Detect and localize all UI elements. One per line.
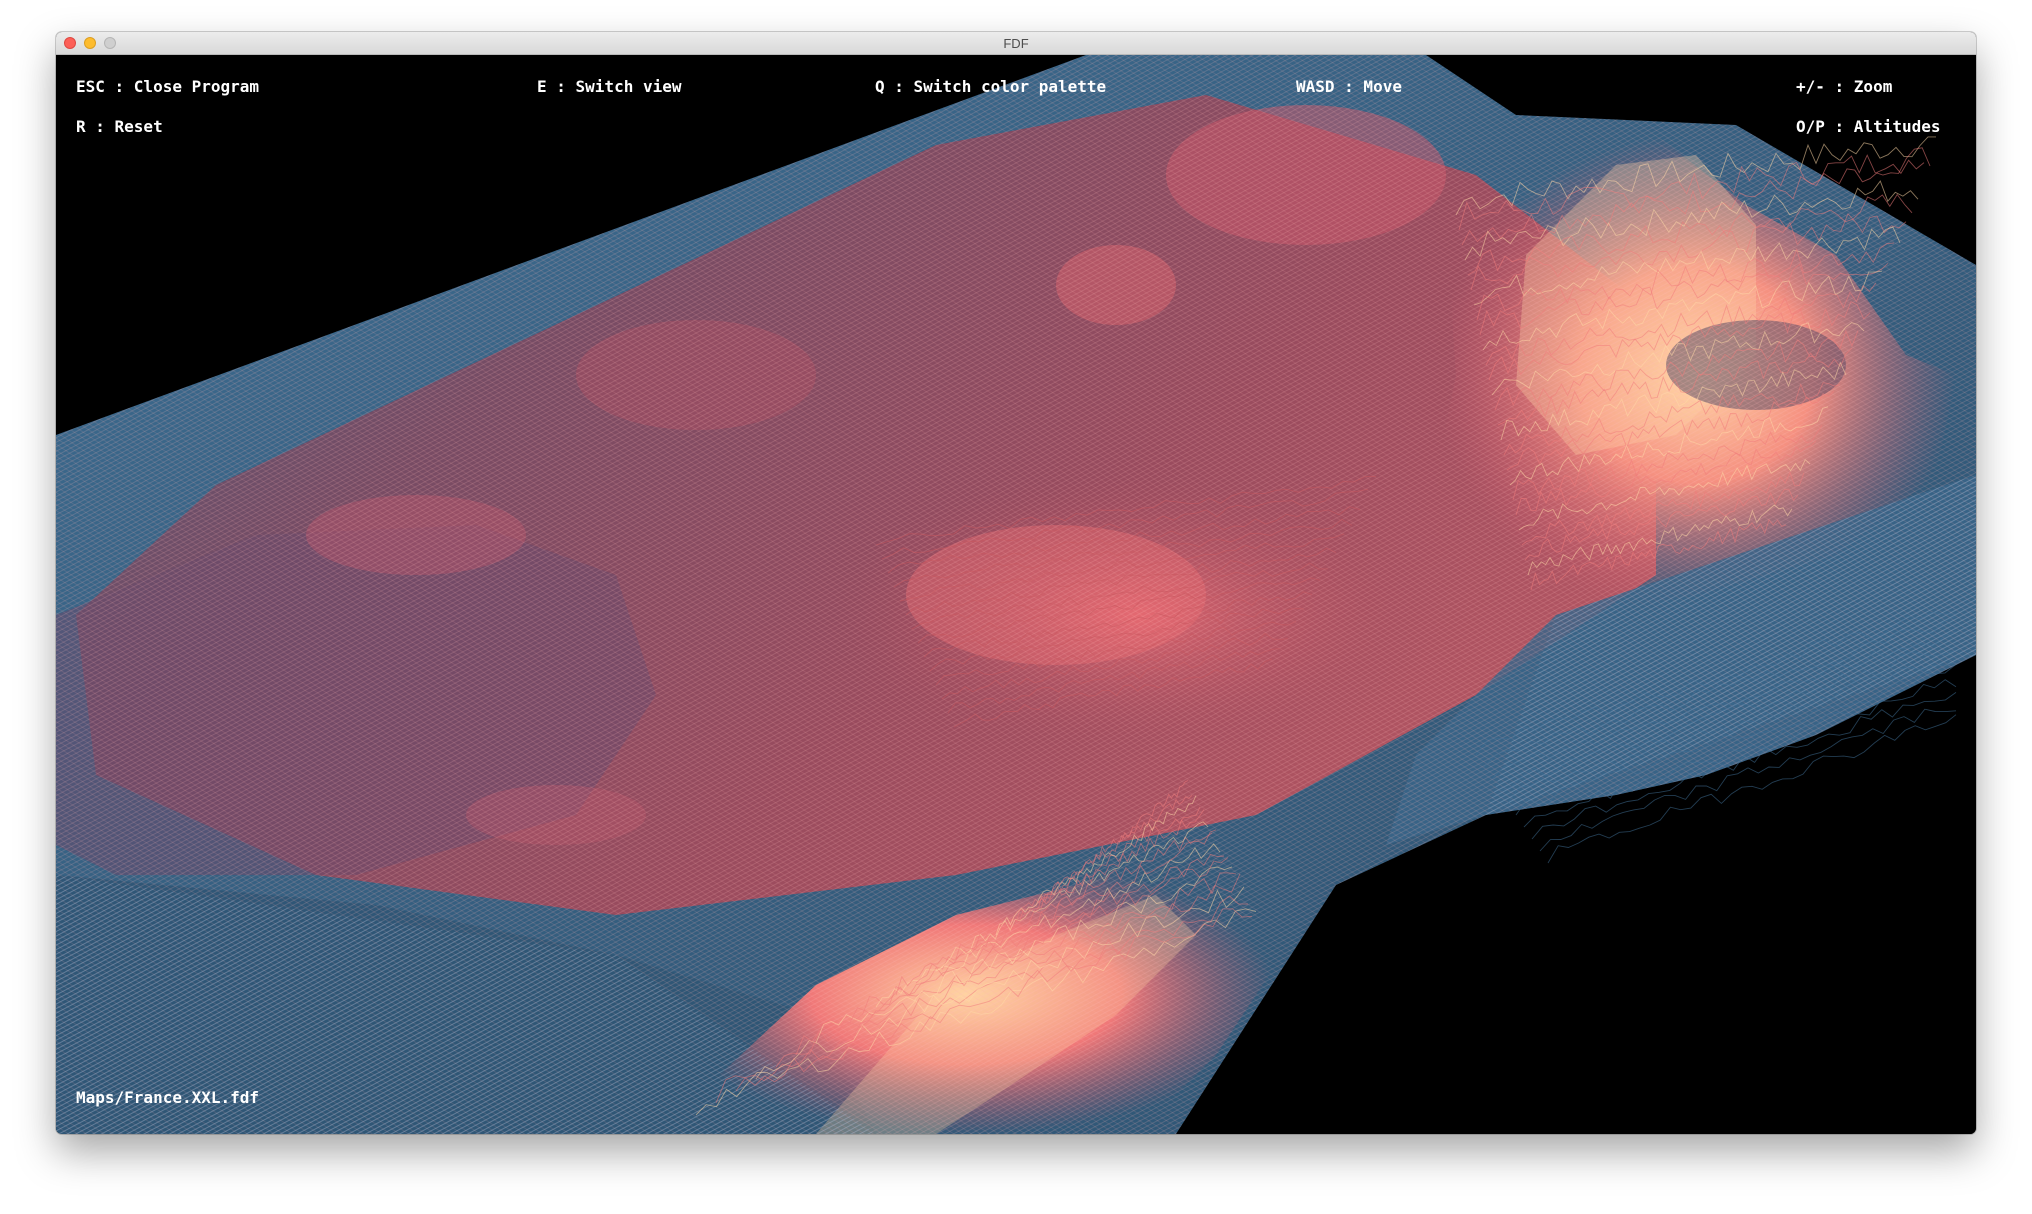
hint-reset: R : Reset	[76, 117, 163, 136]
hint-switch-view: E : Switch view	[537, 77, 682, 96]
hint-altitudes: O/P : Altitudes	[1796, 117, 1941, 136]
map-file-path: Maps/France.XXL.fdf	[76, 1088, 260, 1107]
app-window: FDF ESC: Close Program E: Switch view …	[56, 32, 1976, 1134]
hint-close-program: ESC : Close Program	[76, 77, 260, 96]
wireframe-canvas[interactable]: ESC : Close Program E : Switch view Q : …	[56, 55, 1976, 1134]
hint-move: WASD : Move	[1296, 77, 1402, 96]
title-bar[interactable]: FDF	[56, 32, 1976, 55]
terrain-wireframe	[56, 55, 1976, 1134]
window-title: FDF	[1003, 36, 1029, 51]
hint-switch-palette: Q : Switch color palette	[875, 77, 1107, 96]
hint-zoom: +/- : Zoom	[1796, 77, 1893, 96]
